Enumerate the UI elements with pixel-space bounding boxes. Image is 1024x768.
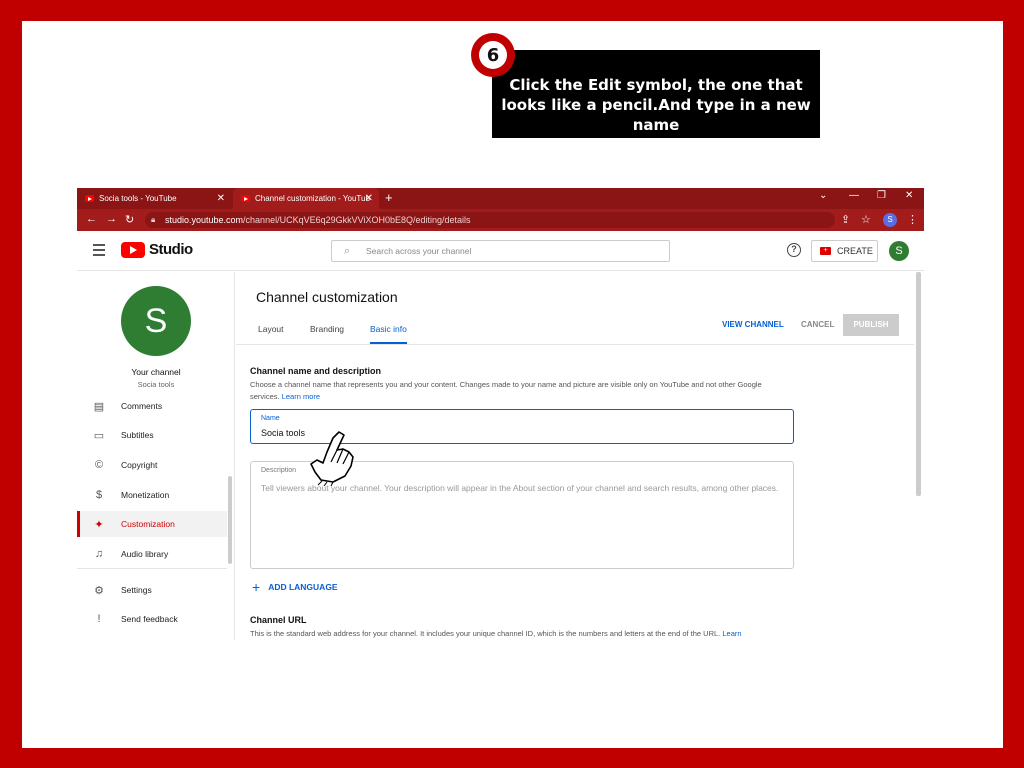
- browser-address-bar: ← → ↻ 🔒︎ studio.youtube.com/channel/UCKqV…: [77, 209, 924, 231]
- search-icon: ⌕: [344, 245, 351, 257]
- close-tab-icon[interactable]: ✕: [365, 193, 373, 204]
- studio-logo[interactable]: Studio: [121, 241, 193, 258]
- share-icon[interactable]: ⇪: [841, 213, 850, 226]
- add-language-button[interactable]: + ADD LANGUAGE: [252, 579, 338, 595]
- step-number: 6: [479, 41, 507, 69]
- account-avatar[interactable]: S: [889, 241, 909, 261]
- dollar-icon: $: [95, 489, 103, 501]
- cancel-button[interactable]: CANCEL: [801, 320, 834, 329]
- channel-url-description-text: This is the standard web address for you…: [250, 629, 721, 638]
- window-close-icon[interactable]: ✕: [905, 190, 913, 201]
- sidebar-item-label: Customization: [121, 519, 175, 529]
- sidebar-item-label: Comments: [121, 401, 163, 411]
- sidebar-item-label: Subtitles: [121, 430, 154, 440]
- video-camera-icon: +: [820, 247, 831, 255]
- youtube-logo-icon: [121, 241, 145, 258]
- back-arrow-icon[interactable]: ←: [86, 213, 97, 225]
- tab-layout[interactable]: Layout: [258, 324, 284, 334]
- tab-search-icon[interactable]: ⌄: [819, 190, 827, 201]
- url-path: /channel/UCKqVE6q29GkkVViXOH0bE8Q/editin…: [243, 215, 471, 225]
- hand-pointer-cursor-icon: [310, 431, 354, 486]
- sidebar-item-label: Copyright: [121, 460, 158, 470]
- youtube-favicon-icon: [241, 195, 250, 202]
- sidebar-scrollbar[interactable]: [228, 476, 232, 564]
- section-title-channel-url: Channel URL: [250, 615, 307, 625]
- learn-more-link[interactable]: Learn more: [282, 392, 320, 401]
- browser-tab-bar: Socia tools - YouTube ✕ Channel customiz…: [77, 188, 924, 209]
- url-field[interactable]: 🔒︎ studio.youtube.com/channel/UCKqVE6q29G…: [145, 212, 835, 228]
- sidebar-item-audio-library[interactable]: ♫ Audio library: [77, 541, 227, 567]
- minimize-icon[interactable]: —: [849, 190, 859, 201]
- create-button[interactable]: + CREATE: [811, 240, 878, 262]
- tab-branding[interactable]: Branding: [310, 324, 344, 334]
- description-field-label: Description: [261, 467, 297, 474]
- sidebar-item-settings[interactable]: ⚙ Settings: [77, 577, 227, 603]
- lock-icon: 🔒︎: [151, 215, 156, 224]
- section-description-text: Choose a channel name that represents yo…: [250, 380, 762, 401]
- restore-icon[interactable]: ❐: [877, 190, 886, 201]
- channel-url-description: This is the standard web address for you…: [250, 628, 810, 640]
- search-input[interactable]: ⌕ Search across your channel: [331, 240, 670, 262]
- bookmark-star-icon[interactable]: ☆: [861, 213, 871, 226]
- channel-avatar[interactable]: S: [121, 286, 191, 356]
- section-description: Choose a channel name that represents yo…: [250, 379, 780, 403]
- create-label: CREATE: [837, 246, 873, 256]
- sidebar: S Your channel Socia tools ▤ Comments ▭ …: [77, 272, 235, 640]
- browser-tab-label: Channel customization - YouTub: [255, 194, 370, 203]
- audio-library-icon: ♫: [94, 548, 104, 560]
- browser-menu-icon[interactable]: ⋮: [907, 213, 918, 226]
- reload-icon[interactable]: ↻: [125, 213, 134, 226]
- sidebar-item-customization[interactable]: ✦ Customization: [77, 511, 227, 537]
- instruction-callout: Click the Edit symbol, the one that look…: [492, 50, 820, 138]
- browser-tab-label: Socia tools - YouTube: [99, 194, 177, 203]
- hamburger-menu-icon[interactable]: [93, 244, 105, 259]
- sidebar-item-monetization[interactable]: $ Monetization: [77, 482, 227, 508]
- plus-icon: +: [252, 579, 261, 595]
- youtube-favicon-icon: [85, 195, 94, 202]
- magic-wand-icon: ✦: [94, 518, 104, 531]
- sidebar-item-comments[interactable]: ▤ Comments: [77, 393, 227, 419]
- help-icon[interactable]: ?: [787, 243, 801, 257]
- browser-profile-avatar[interactable]: S: [883, 213, 897, 227]
- copyright-icon: ©: [94, 459, 104, 471]
- gear-icon: ⚙: [94, 584, 104, 597]
- close-tab-icon[interactable]: ✕: [217, 193, 225, 204]
- studio-logo-text: Studio: [149, 241, 193, 258]
- tab-basic-info[interactable]: Basic info: [370, 324, 407, 344]
- add-language-label: ADD LANGUAGE: [268, 582, 338, 592]
- search-placeholder: Search across your channel: [366, 246, 472, 256]
- sidebar-item-subtitles[interactable]: ▭ Subtitles: [77, 422, 227, 448]
- sidebar-item-send-feedback[interactable]: ! Send feedback: [77, 606, 227, 632]
- sidebar-item-label: Send feedback: [121, 614, 178, 624]
- forward-arrow-icon[interactable]: →: [106, 213, 117, 225]
- main-scrollbar[interactable]: [916, 272, 921, 496]
- comments-icon: ▤: [93, 400, 105, 413]
- name-field-value: Socia tools: [261, 428, 306, 438]
- browser-tab-customization[interactable]: Channel customization - YouTub ✕: [233, 188, 379, 209]
- sidebar-item-label: Settings: [121, 585, 152, 595]
- name-field-label: Name: [261, 415, 280, 422]
- url-host: studio.youtube.com: [165, 215, 244, 225]
- sidebar-item-label: Audio library: [121, 549, 169, 559]
- feedback-icon: !: [97, 613, 101, 625]
- subtitles-icon: ▭: [93, 429, 105, 442]
- new-tab-button[interactable]: +: [385, 190, 393, 205]
- instruction-text: Click the Edit symbol, the one that look…: [501, 76, 811, 134]
- your-channel-label: Your channel: [131, 367, 181, 377]
- browser-tab-youtube[interactable]: Socia tools - YouTube ✕: [77, 188, 231, 209]
- browser-window: Socia tools - YouTube ✕ Channel customiz…: [77, 188, 924, 640]
- sidebar-item-label: Monetization: [121, 490, 170, 500]
- learn-link[interactable]: Learn: [722, 629, 741, 638]
- studio-header: Studio ⌕ Search across your channel ? + …: [77, 231, 924, 271]
- tabs-divider: [236, 344, 914, 345]
- sidebar-item-copyright[interactable]: © Copyright: [77, 452, 227, 478]
- section-title-name-description: Channel name and description: [250, 366, 382, 376]
- sidebar-divider: [77, 568, 227, 569]
- publish-button[interactable]: PUBLISH: [843, 314, 899, 336]
- page-title: Channel customization: [256, 289, 398, 305]
- channel-name-label: Socia tools: [137, 380, 175, 389]
- step-number-badge: 6: [471, 33, 515, 77]
- view-channel-button[interactable]: VIEW CHANNEL: [722, 320, 784, 329]
